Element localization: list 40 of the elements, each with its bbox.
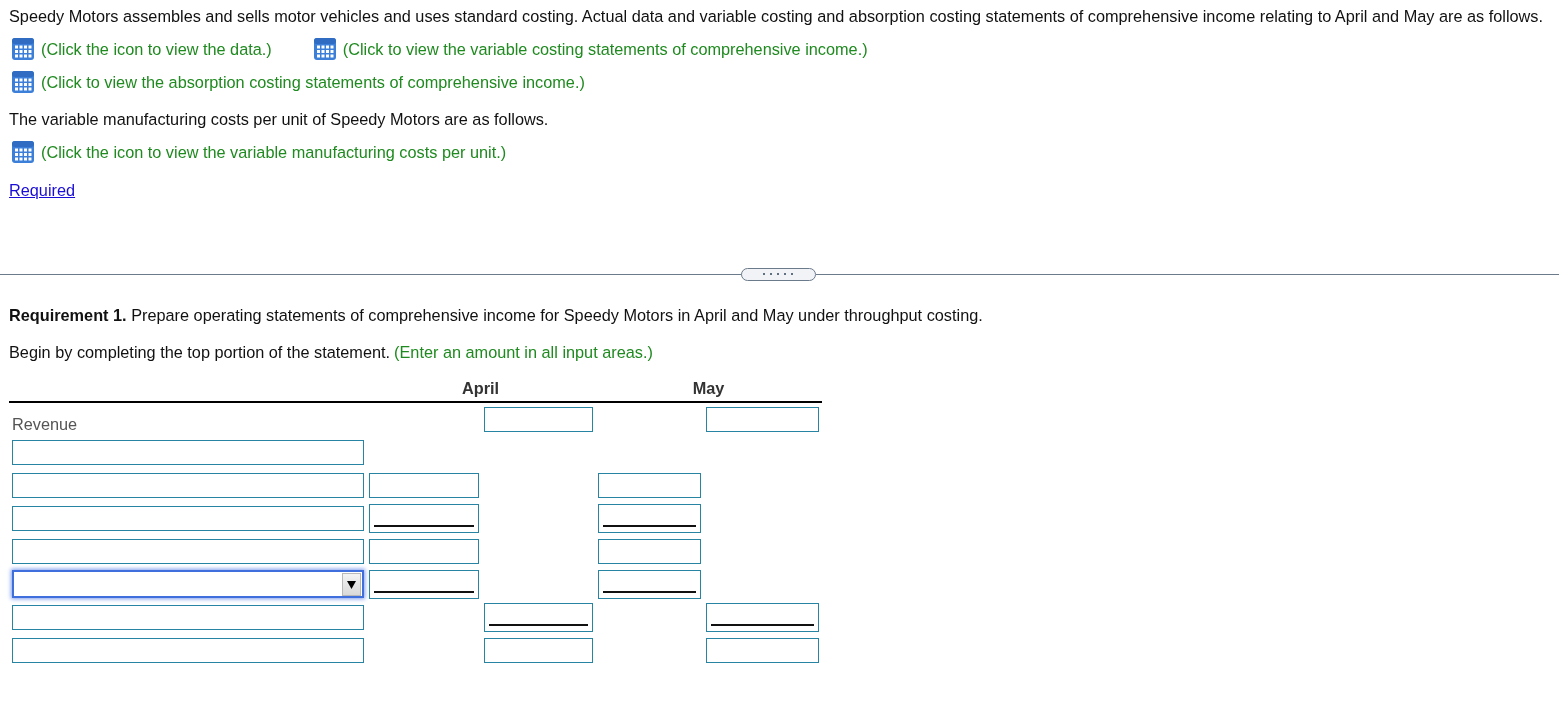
- row-label: Revenue: [12, 413, 78, 434]
- line-item-field[interactable]: [12, 637, 364, 663]
- amount-field[interactable]: [598, 472, 701, 498]
- intro-text: Speedy Motors assembles and sells motor vehicles and uses standard costing. Actual data and variable costing and absorption costing statements of comprehensive income relating to April and May are as follows.: [9, 6, 1544, 26]
- amount-field[interactable]: [598, 569, 701, 599]
- amount-field[interactable]: [598, 538, 701, 564]
- column-header: May: [692, 377, 725, 398]
- column-header: April: [461, 377, 500, 398]
- table-icon: [12, 71, 34, 93]
- amount-field[interactable]: [484, 602, 593, 632]
- amount-field[interactable]: [598, 503, 701, 533]
- line-item-field[interactable]: [12, 505, 364, 531]
- amount-field[interactable]: [484, 637, 593, 663]
- requirement-text: Requirement 1. Prepare operating statements of comprehensive income for Speedy Motors in April and May under throughput costing.: [9, 304, 984, 325]
- amount-field[interactable]: [369, 538, 479, 564]
- hint-text: (Enter an amount in all input areas.): [394, 341, 653, 362]
- line-item-field[interactable]: [12, 472, 364, 498]
- instruction-text: Begin by completing the top portion of the statement.: [9, 341, 391, 362]
- amount-field[interactable]: [484, 406, 593, 432]
- amount-field[interactable]: [706, 637, 819, 663]
- required-link[interactable]: Required: [9, 180, 76, 199]
- table-icon: [12, 140, 34, 163]
- line-item-field[interactable]: [12, 604, 364, 630]
- data-link[interactable]: (Click to view the absorption costing statements of comprehensive income.): [12, 71, 585, 93]
- table-icon: [313, 37, 336, 60]
- resize-handle[interactable]: [740, 267, 816, 281]
- line-item-dropdown[interactable]: [12, 570, 364, 598]
- data-link[interactable]: (Click the icon to view the variable manufacturing costs per unit.): [12, 140, 507, 163]
- amount-field[interactable]: [369, 472, 479, 498]
- line-item-field[interactable]: [12, 538, 364, 564]
- amount-field[interactable]: [706, 406, 819, 432]
- data-link[interactable]: (Click the icon to view the data.): [12, 37, 272, 60]
- caret-icon: [342, 572, 361, 596]
- amount-field[interactable]: [706, 602, 819, 632]
- table-icon: [12, 37, 34, 60]
- amount-field[interactable]: [369, 569, 479, 599]
- data-link[interactable]: (Click to view the variable costing statements of comprehensive income.): [313, 37, 868, 60]
- amount-field[interactable]: [369, 503, 479, 533]
- line-item-field[interactable]: [12, 439, 364, 465]
- intro-text: The variable manufacturing costs per unit of Speedy Motors are as follows.: [9, 109, 550, 129]
